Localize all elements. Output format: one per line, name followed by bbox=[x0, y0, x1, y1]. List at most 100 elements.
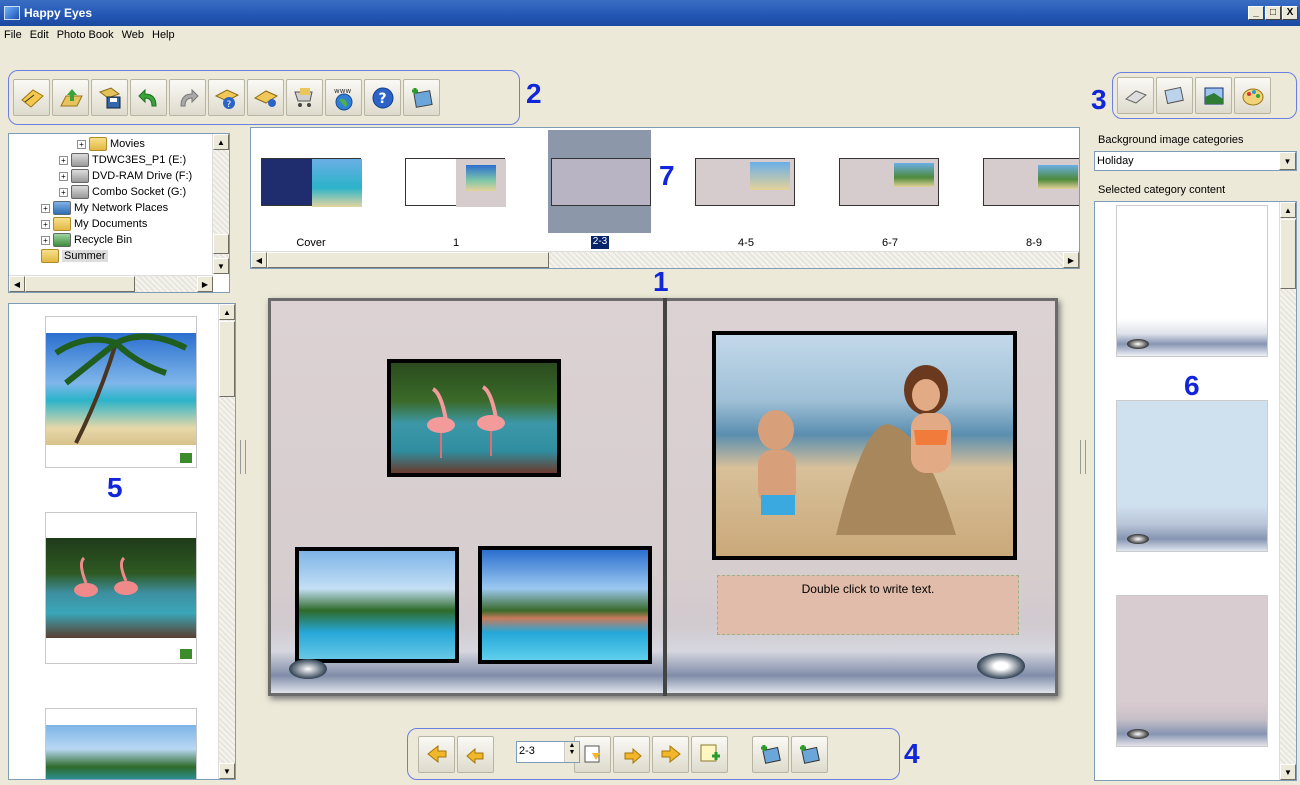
menu-bar: File Edit Photo Book Web Help bbox=[0, 26, 1300, 44]
scroll-down-icon[interactable]: ▼ bbox=[219, 763, 235, 779]
left-splitter[interactable] bbox=[240, 440, 246, 474]
first-page-icon[interactable] bbox=[418, 735, 455, 773]
page-thumb-4-5[interactable] bbox=[695, 158, 795, 206]
callout-6: 6 bbox=[1184, 370, 1200, 401]
book-settings-icon[interactable]: ? bbox=[208, 79, 245, 116]
photo-list-vscroll-thumb[interactable] bbox=[219, 321, 235, 397]
page-stepper-value[interactable]: 2-3 bbox=[517, 742, 564, 762]
background-option-blue[interactable] bbox=[1116, 400, 1268, 552]
background-option-white[interactable] bbox=[1116, 205, 1268, 357]
scroll-left-icon[interactable]: ◀ bbox=[251, 252, 267, 268]
tree-item-summer[interactable]: Summer bbox=[41, 248, 108, 264]
page-thumb-6-7[interactable] bbox=[839, 158, 939, 206]
redo-icon[interactable] bbox=[169, 79, 206, 116]
insert-page-icon[interactable] bbox=[613, 735, 650, 773]
tree-item-documents[interactable]: + My Documents bbox=[41, 216, 147, 232]
tree-item-movies[interactable]: + Movies bbox=[77, 136, 145, 152]
next-page-icon[interactable] bbox=[652, 735, 689, 773]
background-option-pink[interactable] bbox=[1116, 595, 1268, 747]
open-icon[interactable] bbox=[52, 79, 89, 116]
left-page[interactable] bbox=[271, 301, 663, 693]
page-thumb-2-3[interactable] bbox=[551, 158, 651, 206]
add-photos-left-icon[interactable] bbox=[752, 735, 789, 773]
flamingo-photo bbox=[46, 538, 196, 638]
menu-photo-book[interactable]: Photo Book bbox=[57, 29, 114, 41]
tree-item-drive-f[interactable]: + DVD-RAM Drive (F:) bbox=[59, 168, 192, 184]
tree-item-drive-g[interactable]: + Combo Socket (G:) bbox=[59, 184, 186, 200]
scroll-up-icon[interactable]: ▲ bbox=[1280, 202, 1296, 218]
background-list-vscroll-thumb[interactable] bbox=[1280, 219, 1296, 289]
palette-icon[interactable] bbox=[1234, 77, 1271, 114]
background-list-vscroll[interactable]: ▲ ▼ bbox=[1279, 202, 1296, 780]
tree-item-network[interactable]: + My Network Places bbox=[41, 200, 168, 216]
photo-thumb-2[interactable] bbox=[45, 512, 197, 664]
page-thumb-8-9[interactable] bbox=[983, 158, 1079, 206]
www-icon[interactable]: www bbox=[325, 79, 362, 116]
mother-child-sandcastle-photo[interactable] bbox=[712, 331, 1017, 560]
minimize-button[interactable]: _ bbox=[1248, 6, 1264, 20]
app-icon bbox=[4, 6, 20, 20]
right-page[interactable]: Double click to write text. bbox=[667, 301, 1055, 693]
tree-item-drive-e[interactable]: + TDWC3ES_P1 (E:) bbox=[59, 152, 186, 168]
page-strip-hscroll-thumb[interactable] bbox=[267, 252, 549, 268]
bg-category-value: Holiday bbox=[1097, 155, 1134, 167]
photo-frame-icon[interactable] bbox=[1156, 77, 1193, 114]
scroll-up-icon[interactable]: ▲ bbox=[219, 304, 235, 320]
menu-edit[interactable]: Edit bbox=[30, 29, 49, 41]
add-photos-icon[interactable] bbox=[403, 79, 440, 116]
menu-help[interactable]: Help bbox=[152, 29, 175, 41]
photo-thumb-1[interactable] bbox=[45, 316, 197, 468]
frame-icon[interactable] bbox=[1117, 77, 1154, 114]
bg-category-select[interactable]: Holiday ▼ bbox=[1094, 151, 1297, 171]
resort-pool-photo[interactable] bbox=[478, 546, 652, 664]
chevron-down-icon[interactable]: ▼ bbox=[1279, 152, 1296, 170]
page-label-4-5: 4-5 bbox=[738, 237, 754, 249]
right-splitter[interactable] bbox=[1080, 440, 1086, 474]
scroll-down-icon[interactable]: ▼ bbox=[1280, 764, 1296, 780]
scroll-left-icon[interactable]: ◀ bbox=[9, 276, 25, 292]
page-stepper[interactable]: 2-3 ▲ ▼ bbox=[516, 741, 580, 763]
tree-vscroll[interactable]: ▲ ▼ bbox=[212, 134, 229, 274]
network-icon bbox=[53, 201, 71, 215]
photo-thumb-3[interactable] bbox=[45, 708, 197, 779]
maximize-button[interactable]: □ bbox=[1265, 6, 1281, 20]
svg-text:?: ? bbox=[378, 91, 386, 107]
scroll-down-icon[interactable]: ▼ bbox=[213, 258, 229, 274]
add-photos-right-icon[interactable] bbox=[791, 735, 828, 773]
new-album-icon[interactable] bbox=[13, 79, 50, 116]
flamingo-photo[interactable] bbox=[387, 359, 561, 477]
help-icon[interactable]: ? bbox=[364, 79, 401, 116]
photo-book-spread: Double click to write text. bbox=[268, 298, 1058, 696]
page-thumb-1[interactable] bbox=[405, 158, 506, 207]
order-print-icon[interactable] bbox=[286, 79, 323, 116]
crop-icon[interactable] bbox=[1195, 77, 1232, 114]
scroll-right-icon[interactable]: ▶ bbox=[197, 276, 213, 292]
save-icon[interactable] bbox=[91, 79, 128, 116]
pool-palms-photo[interactable] bbox=[295, 547, 459, 663]
text-box[interactable]: Double click to write text. bbox=[717, 575, 1019, 635]
menu-file[interactable]: File bbox=[4, 29, 22, 41]
stepper-up-icon[interactable]: ▲ bbox=[565, 742, 579, 749]
undo-icon[interactable] bbox=[130, 79, 167, 116]
recycle-bin-icon bbox=[53, 233, 71, 247]
tree-item-recycle-bin[interactable]: + Recycle Bin bbox=[41, 232, 132, 248]
scroll-right-icon[interactable]: ▶ bbox=[1063, 252, 1079, 268]
folder-icon bbox=[53, 217, 71, 231]
callout-7: 7 bbox=[659, 160, 675, 191]
callout-3: 3 bbox=[1091, 84, 1107, 115]
stepper-down-icon[interactable]: ▼ bbox=[565, 749, 579, 756]
album-properties-icon[interactable] bbox=[247, 79, 284, 116]
close-button[interactable]: X bbox=[1282, 6, 1298, 20]
menu-web[interactable]: Web bbox=[122, 29, 144, 41]
scroll-up-icon[interactable]: ▲ bbox=[213, 134, 229, 150]
background-toolbar bbox=[1112, 72, 1297, 119]
tree-hscroll[interactable]: ◀ ▶ bbox=[9, 275, 213, 292]
new-page-icon[interactable] bbox=[691, 735, 728, 773]
page-thumb-cover[interactable] bbox=[261, 158, 362, 207]
prev-page-icon[interactable] bbox=[457, 735, 494, 773]
photo-list-vscroll[interactable]: ▲ ▼ bbox=[218, 304, 235, 779]
shell-decoration bbox=[289, 659, 327, 679]
bg-categories-label: Background image categories bbox=[1098, 134, 1244, 146]
tree-vscroll-thumb[interactable] bbox=[213, 234, 229, 254]
tree-hscroll-thumb[interactable] bbox=[25, 276, 135, 292]
